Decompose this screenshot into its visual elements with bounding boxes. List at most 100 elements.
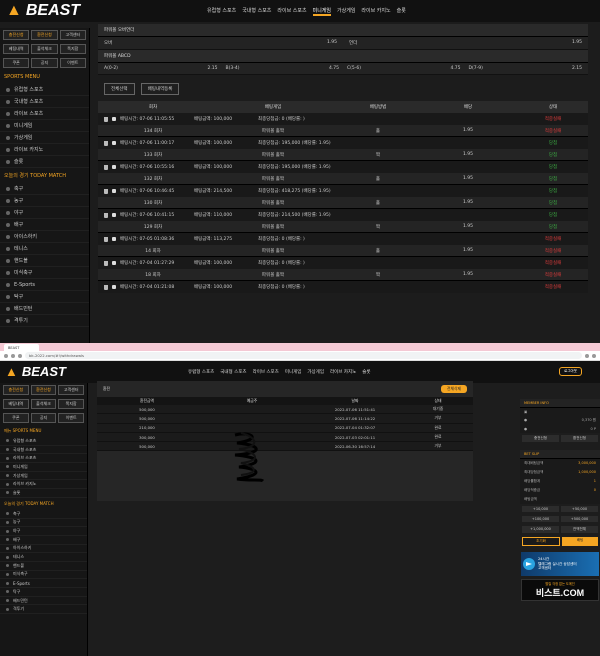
trash-icon[interactable] <box>104 212 108 218</box>
bet-info-row[interactable]: 배팅시간: 07-06 11:05:55 배팅금액: 100,000 최종당첨금: … <box>98 113 588 125</box>
odds-option[interactable]: 언더 <box>337 40 466 46</box>
sport-item[interactable]: 축구 <box>0 183 89 195</box>
sport-item[interactable]: E-Sports <box>0 579 87 588</box>
reload-icon[interactable] <box>18 353 22 358</box>
menu-item[interactable]: 미니게임 <box>0 120 89 132</box>
sport-item[interactable]: 야구 <box>0 527 87 536</box>
trash-icon[interactable] <box>104 164 108 170</box>
odds-option[interactable]: B(3-4) <box>218 66 283 71</box>
menu-item[interactable]: 슬롯 <box>0 489 87 498</box>
menu-item[interactable]: 슬롯 <box>0 156 89 168</box>
nav-live-sports[interactable]: 라이브 스포츠 <box>253 369 279 375</box>
sport-item[interactable]: 배드민턴 <box>0 597 87 606</box>
sport-item[interactable]: 배드민턴 <box>0 303 89 315</box>
register-bet-button[interactable]: 배팅내역등록 <box>140 83 180 95</box>
nav-live-casino[interactable]: 라이브 카지노 <box>330 369 356 375</box>
nav-virtual-game[interactable]: 가상게임 <box>337 7 355 16</box>
deposit-button[interactable]: 충전신청 <box>3 30 30 40</box>
menu-item[interactable]: 라이브 카지노 <box>0 480 87 490</box>
odds-row[interactable]: 오버 1.95 언더 1.95 <box>98 37 588 50</box>
bet-info-row[interactable]: 배팅시간: 07-06 10:55:16 배팅금액: 100,000 최종당첨금: … <box>98 161 588 173</box>
nav-minigame[interactable]: 미니게임 <box>285 369 302 375</box>
menu-item[interactable]: 라이브 스포츠 <box>0 108 89 120</box>
menu-item[interactable]: 가상게임 <box>0 472 87 481</box>
sport-item[interactable]: 테니스 <box>0 243 89 255</box>
menu-item[interactable]: 가상게임 <box>0 132 89 144</box>
nav-domestic-sports[interactable]: 국내형 스포츠 <box>220 369 246 375</box>
bet-amount-line[interactable]: 배팅금액 <box>520 495 600 504</box>
menu-item[interactable]: 미니게임 <box>0 463 87 472</box>
brand-logo[interactable]: ▲ BEAST <box>6 2 80 20</box>
select-all-button[interactable]: 전체선택 <box>104 83 135 95</box>
sport-item[interactable]: 농구 <box>0 195 89 207</box>
sport-item[interactable]: 탁구 <box>0 588 87 597</box>
attendance-button[interactable]: 출석체크 <box>30 399 57 409</box>
sport-item[interactable]: 핸드볼 <box>0 255 89 267</box>
coupon-button[interactable]: 쿠폰 <box>3 413 29 423</box>
sport-item[interactable]: 농구 <box>0 519 87 528</box>
attendance-button[interactable]: 출석체크 <box>31 44 58 54</box>
bet-info-row[interactable]: 배팅시간: 07-06 10:41:15 배팅금액: 110,000 최종당첨금: … <box>98 209 588 221</box>
nav-european-sports[interactable]: 유럽형 스포츠 <box>207 7 236 16</box>
row-checkbox[interactable] <box>112 165 116 169</box>
row-checkbox[interactable] <box>112 285 116 289</box>
odds-option[interactable]: C(5-6) <box>339 66 404 71</box>
sport-item[interactable]: 미식축구 <box>0 571 87 580</box>
profile-icon[interactable] <box>592 353 596 358</box>
nav-domestic-sports[interactable]: 국내형 스포츠 <box>242 7 271 16</box>
odds-option[interactable]: A(0-2) <box>104 66 161 71</box>
sport-item[interactable]: 테니스 <box>0 553 87 562</box>
event-button[interactable]: 이벤트 <box>59 58 86 68</box>
bet-history-button[interactable]: 베팅내역 <box>3 399 29 409</box>
nav-slot[interactable]: 슬롯 <box>397 7 406 16</box>
member-withdraw-button[interactable]: 환전신청 <box>561 435 598 442</box>
sport-item[interactable]: 배구 <box>0 536 87 545</box>
nav-virtual-game[interactable]: 가상게임 <box>307 369 324 375</box>
logout-button[interactable]: 로그아웃 <box>559 367 582 376</box>
sport-item[interactable]: 미식축구 <box>0 267 89 279</box>
coupon-button[interactable]: 쿠폰 <box>3 58 30 68</box>
trash-icon[interactable] <box>104 188 108 194</box>
row-checkbox[interactable] <box>112 189 116 193</box>
place-bet-button[interactable]: 배팅 <box>562 537 598 546</box>
add-100000-button[interactable]: +100,000 <box>522 516 559 522</box>
odds-option[interactable]: 오버 <box>104 40 221 46</box>
bet-info-row[interactable]: 배팅시간: 07-04 01:27:29 배팅금액: 100,000 최종당첨금: … <box>98 257 588 269</box>
messages-button[interactable]: 쪽지함 <box>58 399 85 409</box>
event-button[interactable]: 이벤트 <box>58 413 85 423</box>
sport-item[interactable]: 아이스하키 <box>0 545 87 554</box>
notice-button[interactable]: 공지 <box>30 413 57 423</box>
menu-item[interactable]: 유럽형 스포츠 <box>0 84 89 96</box>
all-balance-button[interactable]: 잔액전체 <box>561 526 598 533</box>
nav-european-sports[interactable]: 유럽형 스포츠 <box>188 369 214 375</box>
bet-info-row[interactable]: 배팅시간: 07-06 10:46:45 배팅금액: 214,500 최종당첨금: … <box>98 185 588 197</box>
messages-button[interactable]: 쪽지함 <box>59 44 86 54</box>
menu-item[interactable]: 라이브 카지노 <box>0 144 89 156</box>
nav-live-sports[interactable]: 라이브 스포츠 <box>277 7 306 16</box>
support-button[interactable]: 고객센터 <box>59 30 86 40</box>
odds-row[interactable]: A(0-2) 2.15 B(3-4) 4.75 C(5-6) 4.75 D(7-… <box>98 63 588 75</box>
add-500000-button[interactable]: +500,000 <box>561 516 598 522</box>
bet-history-button[interactable]: 베팅내역 <box>3 44 30 54</box>
nav-minigame[interactable]: 미니게임 <box>312 7 332 16</box>
sport-item[interactable]: E-Sports <box>0 279 89 291</box>
odds-option[interactable]: D(7-9) <box>461 66 526 71</box>
back-icon[interactable] <box>4 353 8 358</box>
row-checkbox[interactable] <box>112 213 116 217</box>
deposit-button[interactable]: 충전신청 <box>3 385 29 395</box>
sport-item[interactable]: 격투기 <box>0 315 89 327</box>
menu-item[interactable]: 라이브 스포츠 <box>0 454 87 464</box>
reset-button[interactable]: 초기화 <box>522 537 560 546</box>
sport-item[interactable]: 핸드볼 <box>0 562 87 571</box>
sport-item[interactable]: 탁구 <box>0 291 89 303</box>
telegram-banner[interactable]: 24시간 텔레그램 실시간 상담센터 고객센터 <box>521 552 599 576</box>
sport-item[interactable]: 배구 <box>0 219 89 231</box>
row-checkbox[interactable] <box>112 261 116 265</box>
withdraw-button[interactable]: 환전신청 <box>31 30 58 40</box>
sport-item[interactable]: 축구 <box>0 510 87 519</box>
trash-icon[interactable] <box>104 260 108 266</box>
delete-all-button[interactable]: 전체삭제 <box>441 385 467 393</box>
sport-item[interactable]: 아이스하키 <box>0 231 89 243</box>
sport-item[interactable]: 야구 <box>0 207 89 219</box>
menu-item[interactable]: 유럽형 스포츠 <box>0 437 87 446</box>
